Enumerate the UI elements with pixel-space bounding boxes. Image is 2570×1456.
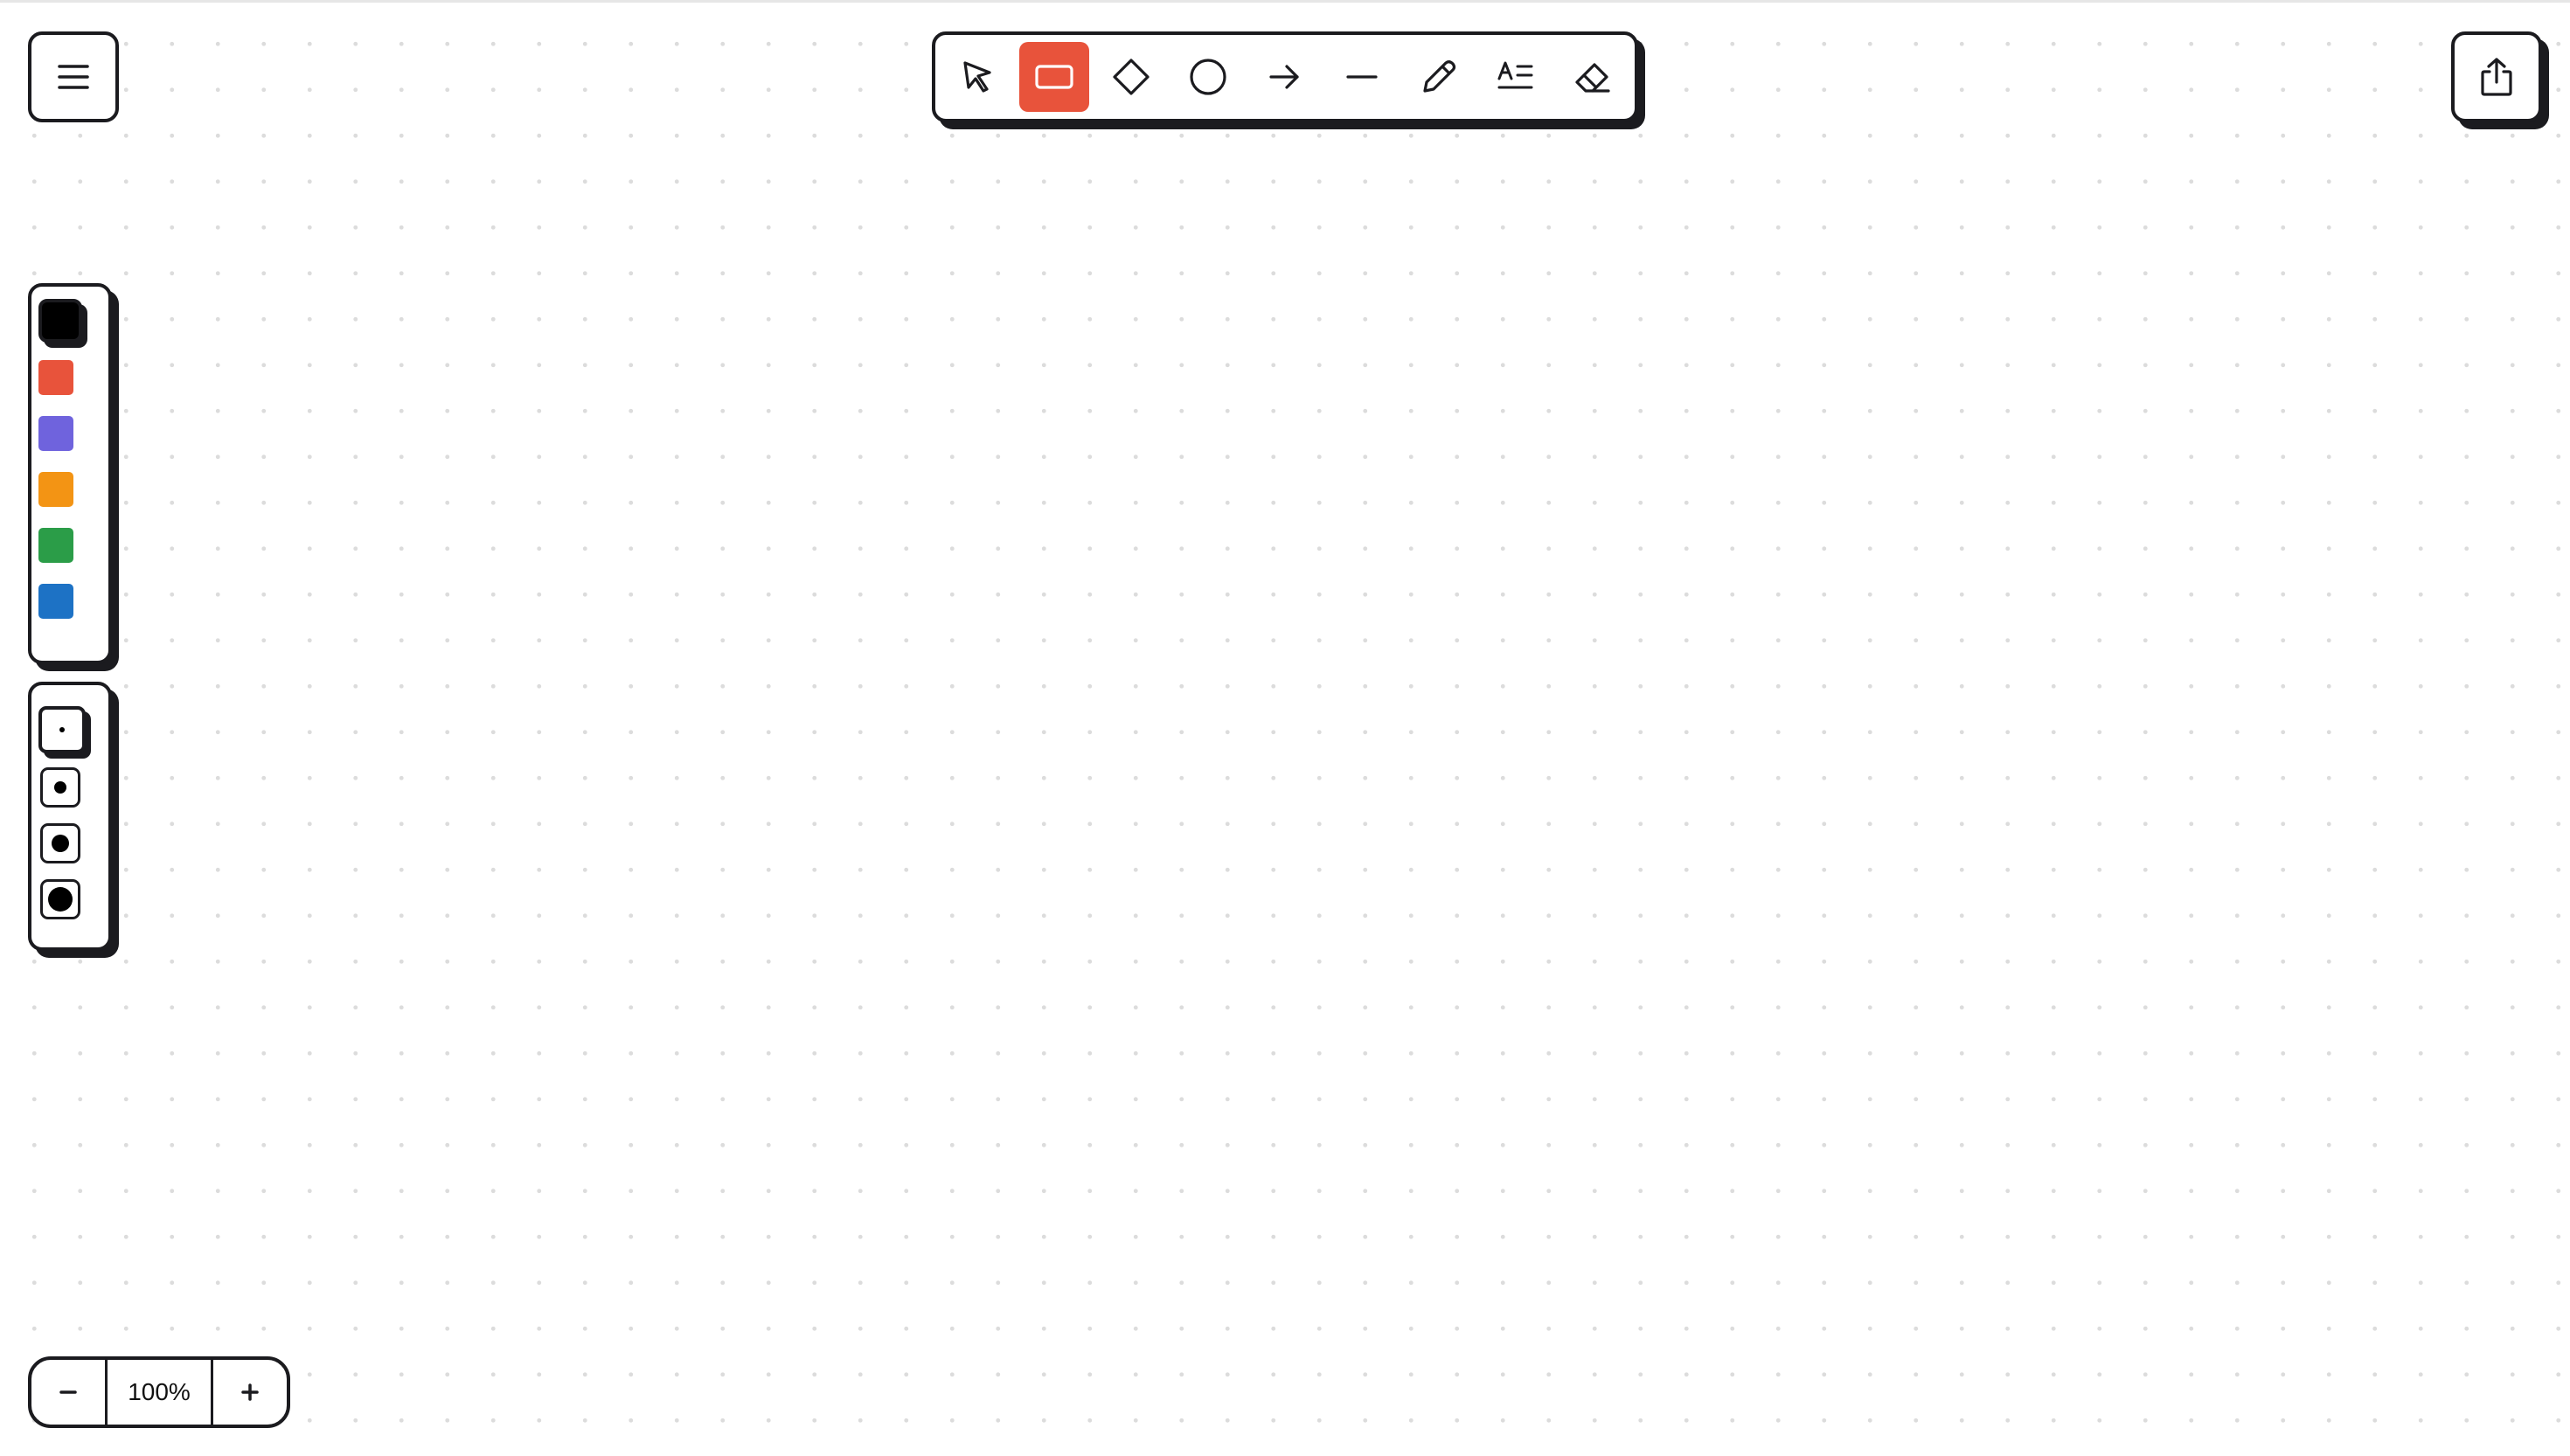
tool-rectangle[interactable] [1019,42,1089,112]
tool-ellipse[interactable] [1173,42,1243,112]
stroke-width-extra-bold[interactable] [40,879,80,919]
diamond-icon [1110,56,1152,98]
tool-eraser[interactable] [1558,42,1628,112]
rectangle-icon [1033,61,1075,93]
color-swatch[interactable] [38,416,73,451]
shape-toolbar [932,31,1638,122]
color-swatch[interactable] [38,528,73,563]
menu-button[interactable] [28,31,119,122]
tool-arrow[interactable] [1250,42,1320,112]
tool-diamond[interactable] [1096,42,1166,112]
stroke-dot-icon [59,727,65,732]
zoom-in-button[interactable] [213,1360,287,1425]
color-swatch[interactable] [38,584,73,619]
tool-select[interactable] [942,42,1012,112]
line-icon [1343,58,1381,96]
zoom-controls: 100% [28,1356,290,1428]
text-icon [1495,56,1537,98]
stroke-width-bold[interactable] [40,823,80,863]
stroke-dot-icon [48,887,73,912]
stroke-width-panel [28,682,112,951]
zoom-level[interactable]: 100% [104,1360,214,1425]
color-palette [28,283,112,664]
color-swatch[interactable] [38,472,73,507]
zoom-out-button[interactable] [31,1360,105,1425]
tool-text[interactable] [1481,42,1551,112]
arrow-right-icon [1266,58,1304,96]
tool-pencil[interactable] [1404,42,1474,112]
pencil-icon [1418,56,1460,98]
stroke-width-medium[interactable] [40,767,80,808]
window-top-edge [0,0,2570,3]
color-swatch[interactable] [38,299,82,343]
share-button[interactable] [2451,31,2542,122]
color-swatch[interactable] [38,360,73,395]
stroke-width-thin[interactable] [38,706,86,753]
eraser-icon [1572,56,1614,98]
minus-icon [58,1382,79,1403]
circle-icon [1187,56,1229,98]
plus-icon [240,1382,260,1403]
hamburger-icon [56,63,91,91]
pointer-icon [958,58,997,96]
stroke-dot-icon [54,781,66,794]
stroke-dot-icon [52,835,69,852]
tool-line[interactable] [1327,42,1397,112]
share-icon [2477,56,2516,98]
